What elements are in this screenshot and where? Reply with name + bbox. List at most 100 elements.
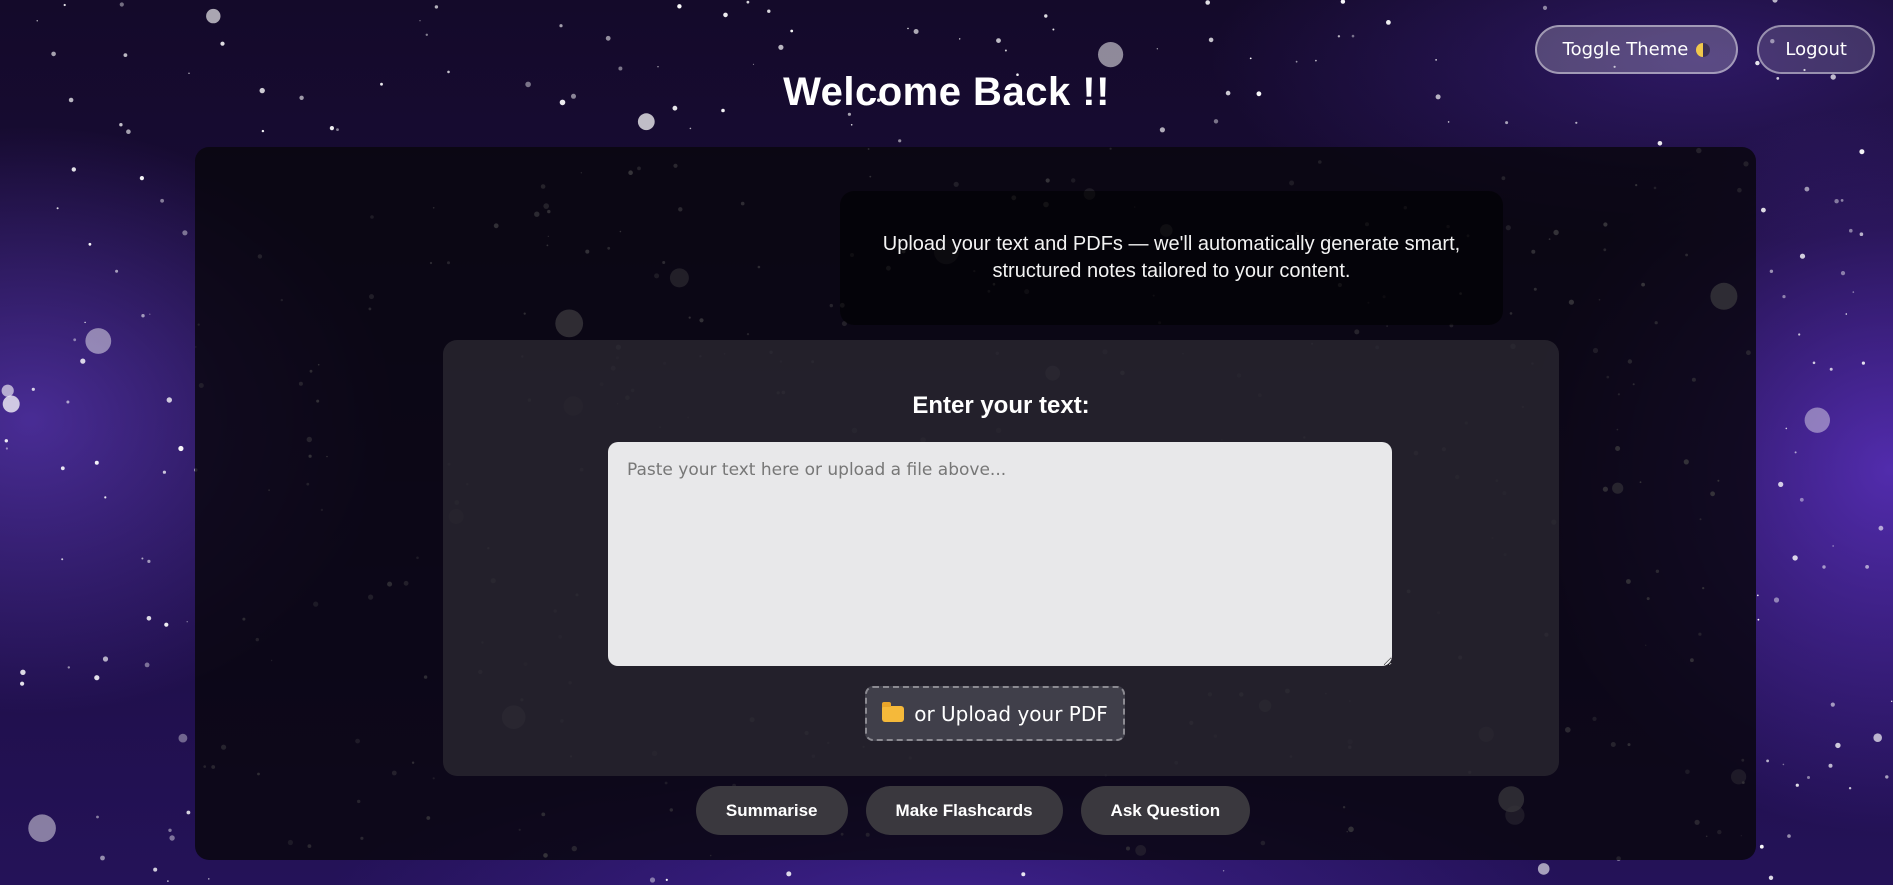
- star: [850, 124, 853, 126]
- star: [146, 616, 152, 621]
- star: [649, 877, 656, 883]
- star: [56, 207, 59, 210]
- star: [1768, 875, 1774, 880]
- star: [1315, 59, 1317, 62]
- star: [1852, 291, 1855, 293]
- star: [1829, 367, 1833, 371]
- main-panel: Upload your text and PDFs — we'll automa…: [195, 147, 1756, 860]
- star: [96, 815, 99, 819]
- star: [178, 733, 188, 743]
- star: [182, 230, 188, 236]
- star: [1794, 451, 1797, 454]
- star: [913, 29, 919, 34]
- star: [61, 558, 64, 561]
- input-card: Enter your text: or Upload your PDF: [443, 340, 1559, 776]
- star: [1873, 733, 1882, 742]
- star: [1822, 565, 1826, 569]
- star: [1761, 207, 1766, 213]
- star: [1004, 49, 1007, 52]
- star: [1208, 37, 1214, 43]
- star: [149, 313, 151, 315]
- toggle-theme-label: Toggle Theme: [1562, 39, 1689, 60]
- folder-icon: [882, 701, 905, 722]
- star: [1840, 199, 1844, 202]
- star: [1759, 844, 1764, 849]
- star: [166, 397, 172, 403]
- star: [119, 123, 123, 127]
- star: [1773, 597, 1780, 603]
- make-flashcards-button[interactable]: Make Flashcards: [865, 786, 1063, 835]
- star: [767, 9, 771, 13]
- top-actions: Toggle Theme Logout: [1534, 25, 1875, 74]
- star: [63, 3, 66, 7]
- star: [28, 814, 56, 842]
- star: [637, 113, 655, 131]
- star: [119, 2, 124, 7]
- summarise-button[interactable]: Summarise: [695, 786, 848, 835]
- star: [100, 855, 105, 861]
- star: [123, 53, 128, 57]
- text-input[interactable]: [608, 442, 1392, 666]
- star: [141, 314, 145, 318]
- star: [104, 496, 107, 499]
- star: [85, 328, 112, 354]
- logout-button[interactable]: Logout: [1757, 25, 1875, 74]
- star: [1772, 0, 1778, 3]
- star: [689, 127, 692, 130]
- star: [1885, 775, 1889, 779]
- star: [102, 656, 109, 662]
- star: [84, 321, 86, 324]
- star: [206, 8, 221, 24]
- star: [329, 126, 334, 131]
- star: [20, 681, 25, 686]
- star: [1832, 545, 1834, 547]
- star: [186, 810, 191, 815]
- ask-question-button[interactable]: Ask Question: [1080, 786, 1251, 835]
- star: [1337, 35, 1341, 38]
- star: [5, 447, 8, 450]
- star: [605, 35, 611, 41]
- star: [1849, 228, 1853, 233]
- intro-text: Upload your text and PDFs — we'll automa…: [882, 233, 1461, 282]
- star: [1834, 199, 1839, 204]
- star: [1792, 555, 1798, 561]
- star: [1812, 361, 1816, 365]
- star: [898, 139, 902, 143]
- star: [94, 675, 100, 681]
- star: [139, 176, 144, 181]
- star: [178, 445, 184, 452]
- star: [73, 338, 77, 342]
- star: [1249, 57, 1252, 60]
- star: [1804, 407, 1831, 433]
- star: [1537, 863, 1550, 875]
- star: [1782, 295, 1786, 299]
- star: [2, 395, 20, 413]
- star: [1435, 59, 1437, 61]
- star: [261, 129, 265, 133]
- star: [996, 38, 1001, 43]
- star: [1798, 333, 1801, 336]
- toggle-theme-button[interactable]: Toggle Theme: [1534, 25, 1739, 74]
- star: [20, 669, 26, 675]
- star: [1044, 14, 1048, 18]
- star: [559, 24, 563, 28]
- star: [778, 44, 784, 50]
- star: [1807, 776, 1810, 779]
- star: [167, 880, 169, 882]
- star: [1859, 149, 1865, 155]
- star: [1799, 253, 1806, 259]
- star: [746, 0, 750, 4]
- star: [141, 557, 144, 560]
- star: [60, 466, 65, 471]
- star: [790, 29, 794, 33]
- star: [1835, 742, 1841, 749]
- star: [147, 559, 151, 564]
- star: [1757, 618, 1760, 621]
- star: [4, 439, 8, 443]
- upload-pdf-button[interactable]: or Upload your PDF: [865, 686, 1125, 741]
- star: [425, 33, 428, 36]
- star: [677, 4, 682, 9]
- star: [336, 128, 339, 132]
- star: [1782, 763, 1785, 766]
- star: [144, 662, 150, 668]
